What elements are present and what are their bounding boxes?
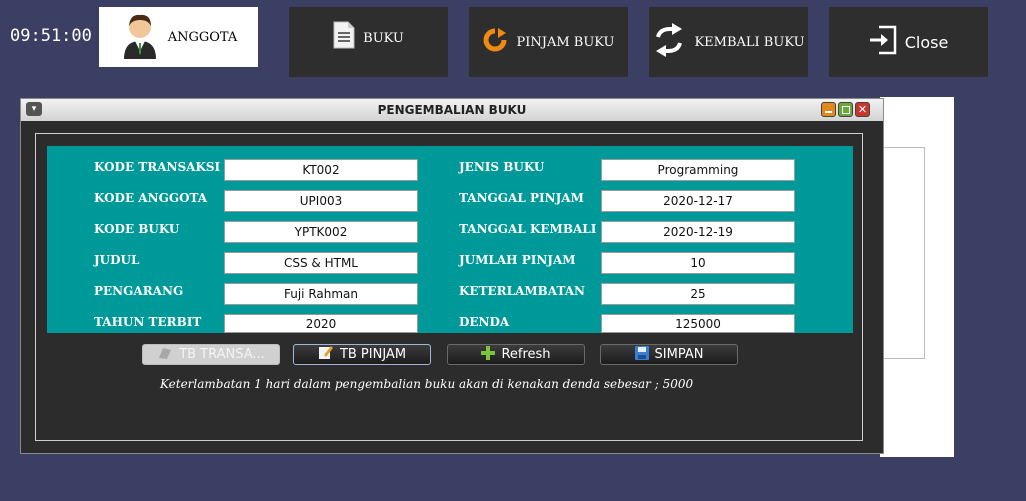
label-judul: JUDUL <box>94 253 140 267</box>
system-menu-icon[interactable]: ▾ <box>26 102 42 116</box>
window-titlebar[interactable]: ▾ PENGEMBALIAN BUKU ✕ <box>21 99 883 121</box>
label-kode-buku: KODE BUKU <box>94 222 180 236</box>
edit-document-icon <box>318 345 334 364</box>
label-tanggal-pinjam: TANGGAL PINJAM <box>459 191 584 205</box>
label-jumlah-pinjam: JUMLAH PINJAM <box>459 253 576 267</box>
label-pengarang: PENGARANG <box>94 284 184 298</box>
label-kode-anggota: KODE ANGGOTA <box>94 191 208 205</box>
close-window-icon[interactable]: ✕ <box>855 102 870 117</box>
exit-icon <box>869 25 897 59</box>
keterlambatan-field[interactable]: 25 <box>601 283 795 305</box>
simpan-button[interactable]: SIMPAN <box>600 344 738 365</box>
pengembalian-window: ▾ PENGEMBALIAN BUKU ✕ KODE TRANSAKSI KT0… <box>20 98 884 454</box>
save-disk-icon <box>634 345 649 364</box>
label-keterlambatan: KETERLAMBATAN <box>459 284 586 298</box>
clock: 09:51:00 <box>10 26 92 46</box>
table-icon <box>157 346 173 364</box>
maximize-icon[interactable] <box>838 102 853 117</box>
user-avatar-icon <box>120 11 160 63</box>
denda-field[interactable]: 125000 <box>601 314 795 333</box>
background-panel <box>880 97 954 457</box>
label-tahun-terbit: TAHUN TERBIT <box>94 315 202 329</box>
label-tanggal-kembali: TANGGAL KEMBALI <box>459 222 597 236</box>
tb-transaksi-label: TB TRANSA... <box>179 347 265 362</box>
label-denda: DENDA <box>459 315 510 329</box>
tanggal-pinjam-field[interactable]: 2020-12-17 <box>601 190 795 212</box>
kode-anggota-field[interactable]: UPI003 <box>224 190 418 212</box>
close-button[interactable]: Close <box>829 7 988 77</box>
tanggal-kembali-field[interactable]: 2020-12-19 <box>601 221 795 243</box>
close-label: Close <box>904 32 949 52</box>
anggota-label: ANGGOTA <box>167 29 238 45</box>
tb-transaksi-button[interactable]: TB TRANSA... <box>142 344 280 365</box>
label-kode-transaksi: KODE TRANSAKSI <box>94 160 221 174</box>
kembali-buku-button[interactable]: KEMBALI BUKU <box>649 7 808 77</box>
plus-icon <box>481 345 496 364</box>
window-title: PENGEMBALIAN BUKU <box>377 103 527 117</box>
denda-note: Keterlambatan 1 hari dalam pengembalian … <box>160 377 694 391</box>
jumlah-pinjam-field[interactable]: 10 <box>601 252 795 274</box>
pinjam-buku-label: PINJAM BUKU <box>516 34 615 50</box>
pengarang-field[interactable]: Fuji Rahman <box>224 283 418 305</box>
background-table <box>880 147 925 359</box>
label-jenis-buku: JENIS BUKU <box>459 160 545 174</box>
minimize-icon[interactable] <box>821 102 836 117</box>
tb-pinjam-label: TB PINJAM <box>339 347 407 362</box>
buku-button[interactable]: BUKU <box>289 7 448 77</box>
tahun-terbit-field[interactable]: 2020 <box>224 314 418 333</box>
buku-label: BUKU <box>363 31 404 46</box>
pinjam-buku-button[interactable]: PINJAM BUKU <box>469 7 628 77</box>
tb-pinjam-button[interactable]: TB PINJAM <box>293 344 431 365</box>
simpan-label: SIMPAN <box>654 347 704 362</box>
document-icon <box>333 21 355 53</box>
jenis-buku-field[interactable]: Programming <box>601 159 795 181</box>
refresh-button[interactable]: Refresh <box>447 344 585 365</box>
refresh-label: Refresh <box>501 347 551 362</box>
kode-buku-field[interactable]: YPTK002 <box>224 221 418 243</box>
kode-transaksi-field[interactable]: KT002 <box>224 159 418 181</box>
refresh-orange-icon <box>482 27 508 57</box>
judul-field[interactable]: CSS & HTML <box>224 252 418 274</box>
kembali-buku-label: KEMBALI BUKU <box>694 34 805 50</box>
form-panel: KODE TRANSAKSI KT002 KODE ANGGOTA UPI003… <box>47 146 853 333</box>
swap-arrows-icon <box>652 23 686 61</box>
anggota-button[interactable]: ANGGOTA <box>99 7 258 67</box>
window-content: KODE TRANSAKSI KT002 KODE ANGGOTA UPI003… <box>35 133 863 441</box>
